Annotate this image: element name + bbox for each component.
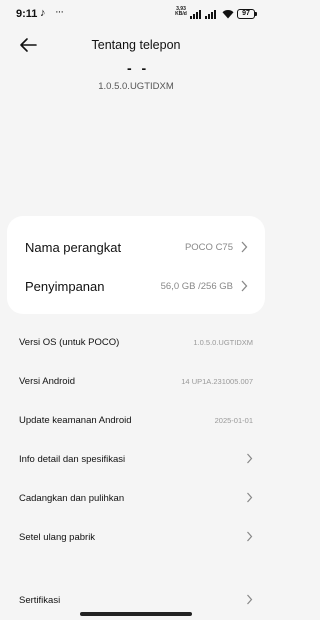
os-version-row: Versi OS (untuk POCO) 1.0.5.0.UGTIDXM xyxy=(0,326,272,360)
security-update-value: 2025-01-01 xyxy=(214,416,253,425)
status-time: 9:11 xyxy=(16,8,38,20)
device-name-label: Nama perangkat xyxy=(25,240,122,255)
detailed-specs-label: Info detail dan spesifikasi xyxy=(19,454,126,465)
chevron-right-icon xyxy=(241,241,248,253)
chevron-right-icon xyxy=(247,531,253,542)
android-version-row[interactable]: Versi Android 14 UP1A.231005.007 xyxy=(0,365,272,399)
backup-restore-label: Cadangkan dan pulihkan xyxy=(19,493,125,504)
about-phone-screen: 9:11 ♪ ··· 3,93 KB/d 97 Tentang telepon … xyxy=(0,0,272,620)
battery-indicator: 97 xyxy=(237,9,257,19)
device-name-value: POCO C75 xyxy=(184,242,233,253)
os-version-label: Versi OS (untuk POCO) xyxy=(19,337,120,348)
signal-bars-icon xyxy=(190,10,201,19)
chevron-right-icon xyxy=(241,280,248,292)
home-indicator[interactable] xyxy=(80,612,192,616)
os-version-value: 1.0.5.0.UGTIDXM xyxy=(193,338,253,347)
security-update-row: Update keamanan Android 2025-01-01 xyxy=(0,404,272,438)
os-version-header: 1.0.5.0.UGTIDXM xyxy=(98,81,174,92)
tiktok-icon: ♪ xyxy=(40,7,46,19)
signal-bars-icon xyxy=(205,10,216,19)
network-speed: 3,93 KB/d xyxy=(174,7,188,17)
chevron-right-icon xyxy=(247,594,253,605)
security-update-label: Update keamanan Android xyxy=(19,415,132,426)
page-title: Tentang telepon xyxy=(91,38,181,52)
certification-label: Sertifikasi xyxy=(19,595,61,606)
more-notifications-icon: ··· xyxy=(55,6,64,18)
network-speed-unit: KB/d xyxy=(175,11,187,17)
storage-row[interactable]: Penyimpanan 56,0 GB /256 GB xyxy=(7,267,265,307)
chevron-right-icon xyxy=(247,453,253,464)
status-bar: 9:11 ♪ ··· 3,93 KB/d 97 xyxy=(0,0,272,30)
device-name-row[interactable]: Nama perangkat POCO C75 xyxy=(7,228,265,268)
factory-reset-row[interactable]: Setel ulang pabrik xyxy=(0,521,272,555)
wifi-icon xyxy=(222,10,234,19)
android-version-value: 14 UP1A.231005.007 xyxy=(181,377,253,386)
device-info-card: Nama perangkat POCO C75 Penyimpanan 56,0… xyxy=(7,216,265,314)
factory-reset-label: Setel ulang pabrik xyxy=(19,532,96,543)
chevron-right-icon xyxy=(247,492,253,503)
backup-restore-row[interactable]: Cadangkan dan pulihkan xyxy=(0,482,272,516)
android-version-label: Versi Android xyxy=(19,376,75,387)
os-logo-fragment: - - xyxy=(127,60,150,76)
storage-value: 56,0 GB /256 GB xyxy=(160,281,233,292)
storage-label: Penyimpanan xyxy=(25,279,105,294)
detailed-specs-row[interactable]: Info detail dan spesifikasi xyxy=(0,443,272,477)
